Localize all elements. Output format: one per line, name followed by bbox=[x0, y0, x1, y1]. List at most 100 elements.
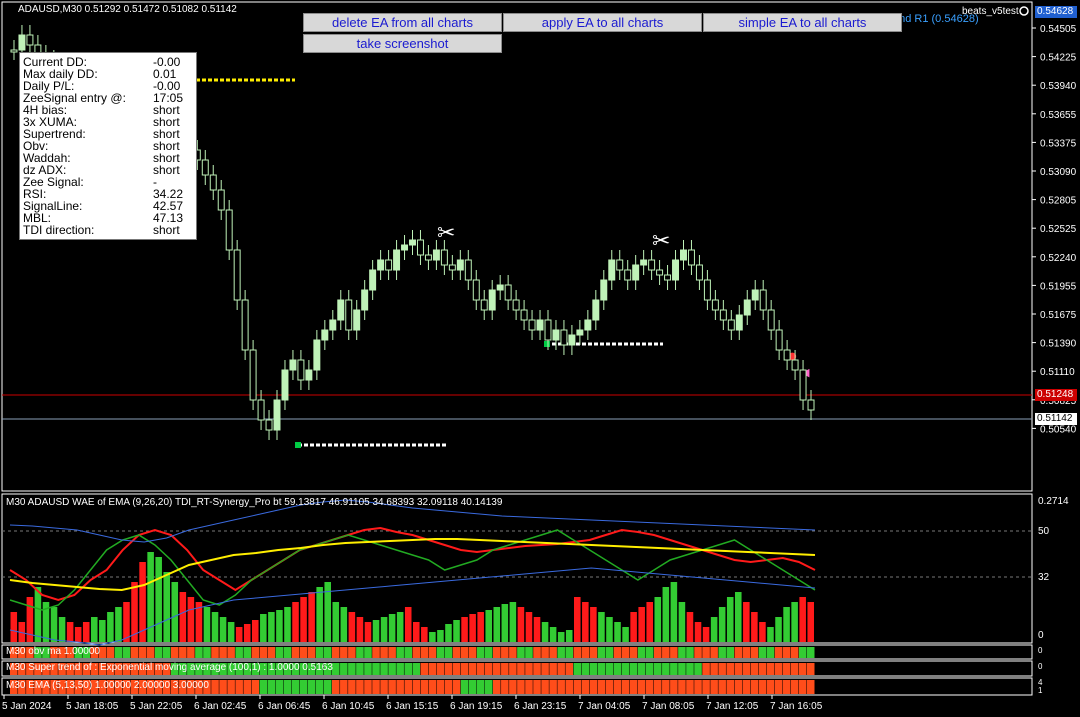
strip-cell bbox=[436, 680, 445, 694]
sub1-axis-50: 50 bbox=[1038, 526, 1050, 537]
wae-bar bbox=[565, 630, 573, 642]
strip-cell bbox=[340, 647, 348, 658]
entry-marker-green-2 bbox=[295, 442, 301, 448]
strip-cell bbox=[307, 647, 316, 658]
candle-body bbox=[353, 309, 361, 331]
candle-body bbox=[719, 309, 727, 321]
price-tick-label: 0.52240 bbox=[1040, 253, 1077, 264]
strip-cell bbox=[613, 647, 622, 658]
strip-cell bbox=[299, 647, 308, 658]
strip-cell bbox=[372, 663, 380, 675]
wae-bar bbox=[549, 627, 557, 642]
strip-cell bbox=[774, 647, 783, 658]
wae-bar bbox=[34, 587, 42, 642]
candle-body bbox=[632, 264, 640, 281]
strip-cell bbox=[790, 680, 799, 694]
strip-cell bbox=[259, 680, 268, 694]
strip-cell bbox=[356, 663, 364, 675]
strip-cell bbox=[372, 647, 380, 658]
time-tick-label: 7 Jan 12:05 bbox=[706, 701, 759, 712]
strip-cell bbox=[348, 663, 356, 675]
wae-bar bbox=[735, 592, 742, 642]
strip-cell bbox=[501, 680, 509, 694]
candle-body bbox=[10, 49, 18, 53]
strip-cell bbox=[621, 647, 630, 658]
strip-cell bbox=[332, 663, 340, 675]
strip-cell bbox=[798, 663, 807, 675]
take-screenshot-button[interactable]: take screenshot bbox=[303, 34, 502, 53]
strip-cell bbox=[645, 680, 654, 694]
strip-cell bbox=[589, 663, 598, 675]
wae-bar bbox=[445, 624, 452, 642]
strip-cell bbox=[581, 680, 590, 694]
strip-cell bbox=[323, 680, 332, 694]
strip-cell bbox=[517, 680, 525, 694]
strip-cell bbox=[299, 680, 308, 694]
candle-body bbox=[496, 284, 504, 291]
strip-cell bbox=[452, 663, 461, 675]
candle-body bbox=[751, 289, 759, 301]
wae-bar bbox=[171, 582, 179, 642]
strip-cell bbox=[621, 680, 630, 694]
candle-body bbox=[233, 249, 241, 301]
candle-body bbox=[711, 299, 719, 311]
strip-cell bbox=[227, 680, 235, 694]
strip-cell bbox=[340, 680, 348, 694]
strip-cell bbox=[476, 680, 485, 694]
strip-cell bbox=[452, 647, 461, 658]
wae-bar bbox=[726, 597, 734, 642]
candle-body bbox=[329, 319, 337, 331]
price-tick-label: 0.51675 bbox=[1040, 310, 1077, 321]
wae-bar bbox=[759, 622, 766, 642]
candle-body bbox=[703, 279, 711, 301]
strip-cell bbox=[750, 680, 759, 694]
strip-cell bbox=[476, 647, 485, 658]
strip-cell bbox=[388, 680, 396, 694]
candle-body bbox=[369, 269, 377, 291]
price-tick-label: 0.52525 bbox=[1040, 224, 1077, 235]
strip-cell bbox=[106, 647, 115, 658]
candle-body bbox=[345, 299, 353, 331]
strip-cell bbox=[484, 647, 493, 658]
strip-cell bbox=[710, 647, 718, 658]
strip-cell bbox=[597, 647, 606, 658]
wae-bar bbox=[316, 587, 323, 642]
strip-cell bbox=[774, 680, 783, 694]
strip-cell bbox=[718, 647, 726, 658]
wae-bar bbox=[155, 557, 162, 642]
subwindow-3-label: M30 Super trend of : Exponential moving … bbox=[6, 662, 333, 673]
wae-bar bbox=[396, 612, 404, 642]
strip-cell bbox=[219, 647, 227, 658]
strip-cell bbox=[146, 647, 155, 658]
strip-cell bbox=[621, 663, 630, 675]
candle-body bbox=[321, 329, 329, 341]
strip-cell bbox=[501, 647, 509, 658]
strip-cell bbox=[637, 680, 646, 694]
strip-cell bbox=[525, 647, 533, 658]
strip-cell bbox=[726, 680, 734, 694]
strip-cell bbox=[436, 647, 445, 658]
candle-body bbox=[432, 249, 440, 261]
strip-cell bbox=[179, 647, 187, 658]
simple-ea-button[interactable]: simple EA to all charts bbox=[703, 13, 902, 32]
gear-icon[interactable] bbox=[1019, 6, 1029, 16]
wae-bar bbox=[260, 614, 267, 642]
strip-cell bbox=[654, 680, 662, 694]
wae-bar bbox=[791, 602, 798, 642]
obv-strip bbox=[10, 647, 815, 658]
candle-body bbox=[727, 319, 735, 331]
candle-body bbox=[265, 419, 273, 431]
wae-bar bbox=[702, 627, 710, 642]
strip-cell bbox=[662, 663, 670, 675]
wae-bar bbox=[541, 622, 549, 642]
strip-cell bbox=[283, 680, 292, 694]
wae-bar bbox=[485, 610, 492, 642]
candle-body bbox=[791, 359, 799, 371]
apply-ea-button[interactable]: apply EA to all charts bbox=[503, 13, 702, 32]
delete-ea-button[interactable]: delete EA from all charts bbox=[303, 13, 502, 32]
strip-cell bbox=[613, 680, 622, 694]
candle-body bbox=[488, 289, 496, 311]
strip-cell bbox=[686, 663, 694, 675]
strip-cell bbox=[734, 663, 743, 675]
candle-body bbox=[528, 319, 536, 331]
